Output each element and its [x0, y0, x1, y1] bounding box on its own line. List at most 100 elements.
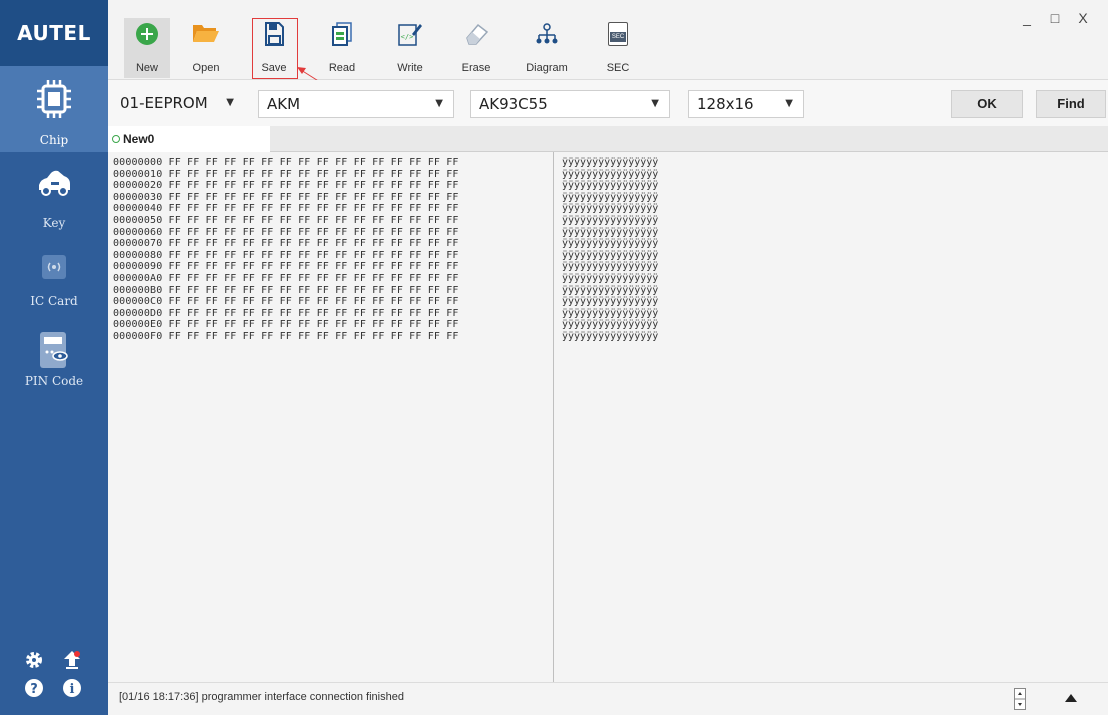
hex-row[interactable]: 00000080 FF FF FF FF FF FF FF FF FF FF F…	[113, 250, 459, 261]
ascii-row[interactable]: ÿÿÿÿÿÿÿÿÿÿÿÿÿÿÿÿ	[562, 319, 658, 330]
hex-row[interactable]: 00000000 FF FF FF FF FF FF FF FF FF FF F…	[113, 157, 459, 168]
erase-button[interactable]: Erase	[450, 18, 502, 78]
ascii-row[interactable]: ÿÿÿÿÿÿÿÿÿÿÿÿÿÿÿÿ	[562, 296, 658, 307]
ascii-row[interactable]: ÿÿÿÿÿÿÿÿÿÿÿÿÿÿÿÿ	[562, 215, 658, 226]
hex-row[interactable]: 00000010 FF FF FF FF FF FF FF FF FF FF F…	[113, 169, 459, 180]
chevron-down-icon: ▼	[785, 98, 793, 109]
ascii-row[interactable]: ÿÿÿÿÿÿÿÿÿÿÿÿÿÿÿÿ	[562, 261, 658, 272]
sidebar-item-label: Key	[42, 216, 66, 230]
hex-row[interactable]: 00000090 FF FF FF FF FF FF FF FF FF FF F…	[113, 261, 459, 272]
hex-row[interactable]: 00000020 FF FF FF FF FF FF FF FF FF FF F…	[113, 180, 459, 191]
hex-editor[interactable]: 00000000 FF FF FF FF FF FF FF FF FF FF F…	[108, 152, 1108, 682]
hex-row[interactable]: 00000030 FF FF FF FF FF FF FF FF FF FF F…	[113, 192, 459, 203]
log-scroll-spinner[interactable]	[1014, 688, 1026, 710]
sec-button[interactable]: SEC SEC	[592, 18, 644, 78]
close-button[interactable]: X	[1071, 10, 1095, 28]
ascii-row[interactable]: ÿÿÿÿÿÿÿÿÿÿÿÿÿÿÿÿ	[562, 180, 658, 191]
hex-row[interactable]: 000000C0 FF FF FF FF FF FF FF FF FF FF F…	[113, 296, 459, 307]
hex-row[interactable]: 00000050 FF FF FF FF FF FF FF FF FF FF F…	[113, 215, 459, 226]
ascii-row[interactable]: ÿÿÿÿÿÿÿÿÿÿÿÿÿÿÿÿ	[562, 273, 658, 284]
read-icon	[332, 22, 352, 46]
erase-label: Erase	[461, 62, 491, 74]
sidebar-item-label: Chip	[39, 133, 69, 147]
brand-dropdown-value: AKM	[267, 95, 301, 113]
tab-bar: New0	[108, 126, 1108, 152]
chip-icon	[37, 80, 71, 118]
eraser-icon	[466, 23, 489, 45]
plus-icon	[136, 23, 158, 45]
chevron-down-icon: ▼	[651, 98, 659, 109]
ascii-row[interactable]: ÿÿÿÿÿÿÿÿÿÿÿÿÿÿÿÿ	[562, 203, 658, 214]
toolbar: New Open Save Read </> Write Erase Diagr…	[108, 0, 1108, 109]
model-dropdown[interactable]: AK93C55 ▼	[470, 90, 670, 118]
sidebar-item-chip[interactable]: Chip	[0, 66, 108, 152]
ascii-row[interactable]: ÿÿÿÿÿÿÿÿÿÿÿÿÿÿÿÿ	[562, 238, 658, 249]
hex-row[interactable]: 000000E0 FF FF FF FF FF FF FF FF FF FF F…	[113, 319, 459, 330]
ascii-row[interactable]: ÿÿÿÿÿÿÿÿÿÿÿÿÿÿÿÿ	[562, 192, 658, 203]
maximize-button[interactable]: □	[1043, 10, 1067, 28]
type-dropdown-value: 01-EEPROM	[120, 94, 208, 112]
sidebar: AUTEL Chip Key IC Card PIN Code ? i	[0, 0, 108, 715]
minimize-button[interactable]: _	[1015, 10, 1039, 28]
brand-dropdown[interactable]: AKM ▼	[258, 90, 454, 118]
new-label: New	[135, 62, 158, 74]
diagram-button[interactable]: Diagram	[521, 18, 573, 78]
tab-label: New0	[123, 132, 155, 146]
ascii-row[interactable]: ÿÿÿÿÿÿÿÿÿÿÿÿÿÿÿÿ	[562, 331, 658, 342]
ascii-row[interactable]: ÿÿÿÿÿÿÿÿÿÿÿÿÿÿÿÿ	[562, 308, 658, 319]
sidebar-item-pin-code[interactable]: PIN Code	[0, 324, 108, 394]
autel-logo: AUTEL	[0, 0, 108, 66]
find-button[interactable]: Find	[1036, 90, 1106, 118]
hex-row[interactable]: 00000070 FF FF FF FF FF FF FF FF FF FF F…	[113, 238, 459, 249]
ic-card-icon	[42, 255, 66, 279]
sec-icon-text: SEC	[610, 32, 626, 42]
write-icon: </>	[398, 24, 422, 46]
diagram-icon	[536, 23, 558, 44]
ascii-row[interactable]: ÿÿÿÿÿÿÿÿÿÿÿÿÿÿÿÿ	[562, 157, 658, 168]
car-key-icon	[39, 170, 70, 196]
save-highlight-box	[252, 18, 298, 79]
hex-row[interactable]: 00000060 FF FF FF FF FF FF FF FF FF FF F…	[113, 227, 459, 238]
hex-row[interactable]: 000000A0 FF FF FF FF FF FF FF FF FF FF F…	[113, 273, 459, 284]
chevron-down-icon: ▼	[226, 97, 234, 108]
size-dropdown[interactable]: 128x16 ▼	[688, 90, 804, 118]
sidebar-item-key[interactable]: Key	[0, 160, 108, 240]
size-dropdown-value: 128x16	[697, 95, 754, 113]
hex-row[interactable]: 000000F0 FF FF FF FF FF FF FF FF FF FF F…	[113, 331, 459, 342]
hex-pane-divider[interactable]	[553, 152, 554, 682]
sec-icon: SEC	[608, 22, 628, 46]
app-window: AUTEL Chip Key IC Card PIN Code ? i New …	[0, 0, 1108, 715]
expand-up-icon[interactable]	[1064, 693, 1078, 703]
ok-button[interactable]: OK	[951, 90, 1023, 118]
ascii-row[interactable]: ÿÿÿÿÿÿÿÿÿÿÿÿÿÿÿÿ	[562, 169, 658, 180]
diagram-label: Diagram	[526, 62, 568, 74]
help-icon[interactable]: ?	[22, 676, 46, 700]
scroll-spinner-icon	[1014, 688, 1026, 710]
svg-text:?: ?	[30, 682, 38, 697]
hex-row[interactable]: 000000D0 FF FF FF FF FF FF FF FF FF FF F…	[113, 308, 459, 319]
sidebar-item-ic-card[interactable]: IC Card	[0, 248, 108, 316]
sidebar-item-label: PIN Code	[24, 374, 84, 388]
pin-code-icon	[40, 332, 68, 368]
write-label: Write	[397, 62, 423, 74]
sidebar-item-label: IC Card	[30, 294, 78, 308]
write-button[interactable]: </> Write	[384, 18, 436, 78]
settings-icon[interactable]	[22, 648, 46, 672]
ascii-row[interactable]: ÿÿÿÿÿÿÿÿÿÿÿÿÿÿÿÿ	[562, 227, 658, 238]
new-button[interactable]: New	[124, 18, 170, 78]
open-button[interactable]: Open	[180, 18, 232, 78]
folder-icon	[193, 25, 219, 42]
tab-new0[interactable]: New0	[108, 126, 270, 152]
ascii-row[interactable]: ÿÿÿÿÿÿÿÿÿÿÿÿÿÿÿÿ	[562, 285, 658, 296]
chip-selector-row: 01-EEPROM ▼ AKM ▼ AK93C55 ▼ 128x16 ▼ OK …	[108, 80, 1108, 126]
info-icon[interactable]: i	[60, 676, 84, 700]
hex-row[interactable]: 000000B0 FF FF FF FF FF FF FF FF FF FF F…	[113, 285, 459, 296]
svg-text:</>: </>	[401, 33, 414, 41]
chevron-down-icon: ▼	[435, 98, 443, 109]
upload-icon[interactable]	[60, 648, 84, 672]
status-message: [01/16 18:17:36] programmer interface co…	[119, 691, 404, 703]
type-dropdown[interactable]: 01-EEPROM ▼	[112, 90, 244, 118]
open-label: Open	[192, 62, 220, 74]
ascii-row[interactable]: ÿÿÿÿÿÿÿÿÿÿÿÿÿÿÿÿ	[562, 250, 658, 261]
hex-row[interactable]: 00000040 FF FF FF FF FF FF FF FF FF FF F…	[113, 203, 459, 214]
